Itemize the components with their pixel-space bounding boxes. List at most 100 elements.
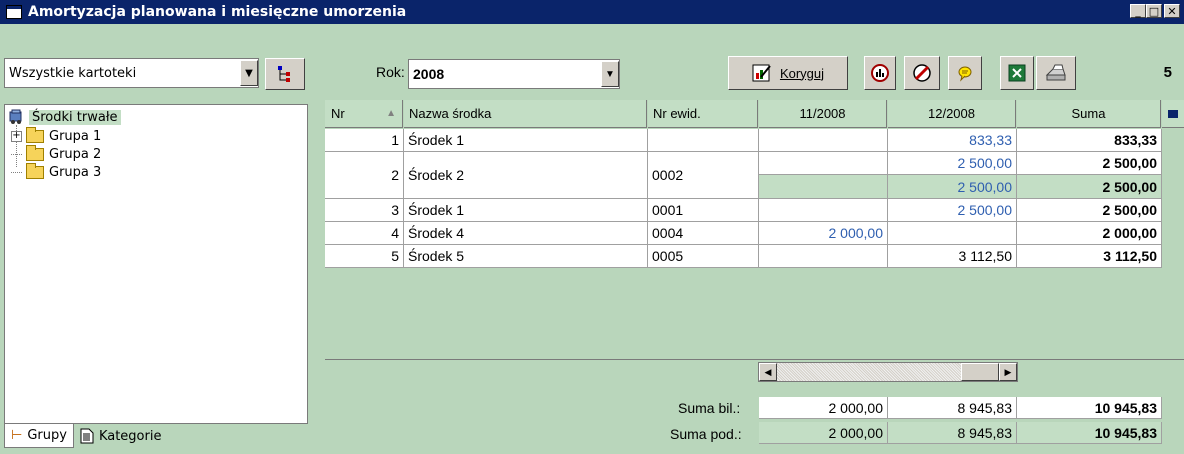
cell-nr[interactable]: 1 [325,129,404,152]
groups-tree[interactable]: Środki trwałe + Grupa 1 Grupa 2 Grupa 3 [4,104,308,424]
cell-11-2008[interactable] [759,129,888,152]
cell-12-2008[interactable] [888,222,1017,245]
grid-empty-area [325,268,1184,360]
export-excel-button[interactable] [1000,56,1034,90]
tree-item-grupa-1[interactable]: + Grupa 1 [11,126,102,145]
expand-plus-icon[interactable]: + [11,130,22,142]
title-bar[interactable]: Amortyzacja planowana i miesięczne umorz… [0,0,1184,24]
cell-nr-ewid[interactable]: 0004 [648,222,759,245]
tree-root-label: Środki trwałe [29,109,121,125]
minimize-button[interactable]: _ [1130,4,1146,18]
tree-item-grupa-2[interactable]: Grupa 2 [11,144,102,163]
cell-nr-ewid[interactable] [648,129,759,152]
tab-kategorie[interactable]: Kategorie [74,424,168,448]
header-12-2008[interactable]: 12/2008 [888,100,1016,128]
horizontal-scrollbar[interactable]: ◀ ▶ [758,362,1018,382]
tree-item-label: Grupa 3 [49,164,102,180]
cell-12-2008[interactable]: 3 112,50 [888,245,1017,268]
folder-icon [26,126,44,143]
header-nr[interactable]: Nr ▲ [325,100,403,128]
suma-bil-12-2008: 8 945,83 [888,397,1017,419]
header-nazwa[interactable]: Nazwa środka [404,100,647,128]
scroll-track[interactable] [777,363,961,381]
print-button[interactable] [1036,56,1076,90]
sort-ascending-icon: ▲ [386,108,396,119]
column-chooser-icon [1168,109,1178,118]
koryguj-button[interactable]: Koryguj [728,56,848,90]
cell-12-2008[interactable]: 2 500,00 [888,199,1017,222]
window-title: Amortyzacja planowana i miesięczne umorz… [28,4,407,20]
cell-nazwa[interactable]: Środek 1 [404,199,648,222]
cell-suma[interactable]: 2 500,00 [1017,199,1162,222]
tree-view-button[interactable] [265,58,305,90]
cell-nr[interactable]: 4 [325,222,404,245]
chart-stats-button[interactable] [864,56,896,90]
cell-11-2008-sub[interactable] [759,175,888,199]
kartoteki-filter-select[interactable]: Wszystkie kartoteki ▼ [4,58,259,88]
tab-grupy[interactable]: ⊢ Grupy [4,424,74,448]
scroll-left-icon[interactable]: ◀ [759,363,777,381]
cell-11-2008[interactable] [759,245,888,268]
chevron-down-icon[interactable]: ▼ [240,60,258,86]
tree-root-srodki-trwale[interactable]: Środki trwałe [9,108,121,126]
excel-icon [1008,64,1026,82]
cell-12-2008-sub[interactable]: 2 500,00 [888,175,1017,199]
cell-suma[interactable]: 2 000,00 [1017,222,1162,245]
tree-connector [11,171,22,173]
cell-nr-ewid[interactable]: 0002 [648,152,759,199]
close-button[interactable]: ✕ [1164,4,1180,18]
cell-nr-ewid[interactable]: 0001 [648,199,759,222]
cell-nazwa[interactable]: Środek 5 [404,245,648,268]
scroll-thumb[interactable] [961,363,999,381]
tree-item-label: Grupa 1 [49,128,102,144]
cell-11-2008[interactable] [759,152,888,175]
window-controls: _ □ ✕ [1130,4,1180,18]
suma-bil-total: 10 945,83 [1017,397,1162,419]
cell-nazwa[interactable]: Środek 4 [404,222,648,245]
printer-icon [1045,64,1066,81]
scroll-right-icon[interactable]: ▶ [999,363,1017,381]
folder-icon [26,162,44,179]
tree-item-label: Grupa 2 [49,146,102,162]
header-suma[interactable]: Suma [1017,100,1161,128]
tab-label: Grupy [27,428,67,443]
header-label: 11/2008 [799,106,846,121]
column-chooser-button[interactable] [1162,100,1184,128]
cell-11-2008[interactable]: 2 000,00 [759,222,888,245]
cell-11-2008[interactable] [759,199,888,222]
cell-nr-ewid[interactable]: 0005 [648,245,759,268]
kartoteki-filter-value: Wszystkie kartoteki [9,65,137,81]
cell-suma-sub[interactable]: 2 500,00 [1017,175,1162,199]
cell-suma[interactable]: 3 112,50 [1017,245,1162,268]
cell-nr[interactable]: 2 [325,152,404,199]
edit-chart-icon [752,64,771,82]
cell-suma[interactable]: 2 500,00 [1017,152,1162,175]
maximize-button[interactable]: □ [1146,4,1162,18]
cell-nazwa[interactable]: Środek 2 [404,152,648,199]
tab-label: Kategorie [98,428,162,444]
delete-button[interactable] [904,56,940,90]
tree-item-grupa-3[interactable]: Grupa 3 [11,162,102,181]
amortization-grid[interactable]: Nr ▲ Nazwa środka Nr ewid. 11/2008 12/20… [325,100,1184,360]
koryguj-label: Koryguj [779,65,825,81]
year-select[interactable]: 2008 ▼ [408,59,620,89]
tree-structure-icon: ⊢ [11,428,23,443]
header-label: Nazwa środka [409,106,492,121]
cell-nr[interactable]: 3 [325,199,404,222]
cell-12-2008[interactable]: 833,33 [888,129,1017,152]
suma-pod-12-2008: 8 945,83 [888,422,1017,444]
folder-icon [26,144,44,161]
cell-suma[interactable]: 833,33 [1017,129,1162,152]
chevron-down-icon[interactable]: ▼ [601,61,619,87]
header-label: Nr ewid. [653,106,701,121]
cell-nazwa[interactable]: Środek 1 [404,129,648,152]
cell-nr[interactable]: 5 [325,245,404,268]
record-count: 5 [1163,64,1172,81]
header-nr-ewid[interactable]: Nr ewid. [648,100,758,128]
header-11-2008[interactable]: 11/2008 [759,100,887,128]
comment-button[interactable] [948,56,982,90]
document-icon [80,428,94,444]
suma-pod-11-2008: 2 000,00 [759,422,888,444]
cell-12-2008[interactable]: 2 500,00 [888,152,1017,175]
tree-structure-icon [278,66,290,82]
